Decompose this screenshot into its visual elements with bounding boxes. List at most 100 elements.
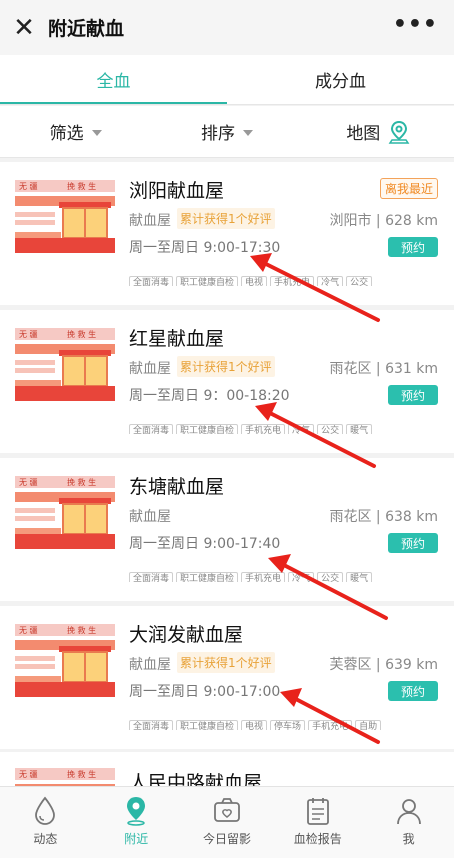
thumb-text-left: 无 疆 xyxy=(19,626,38,635)
nav-label: 血检报告 xyxy=(293,832,342,846)
facility-tag: 暖气 xyxy=(346,424,373,434)
close-icon[interactable]: ✕ xyxy=(0,0,48,55)
review-badge: 累计获得1个好评 xyxy=(177,652,275,673)
filter-bar: 筛选 排序 地图 xyxy=(0,106,454,158)
nav-label: 今日留影 xyxy=(202,832,251,846)
thumb-text-right: 挽 救 生 xyxy=(67,769,96,779)
facility-tag: 手机充电 xyxy=(308,720,353,730)
facility-tags: 全面消毒 职工健康自检 手机充电 冷气 公交 暖气 xyxy=(129,566,424,582)
review-badge: 累计获得1个好评 xyxy=(177,208,275,229)
more-options-icon[interactable]: ••• xyxy=(393,12,438,37)
filter-dropdown[interactable]: 筛选 xyxy=(0,106,151,157)
facility-tag: 冷气 xyxy=(317,276,344,286)
facility-tag: 停车场 xyxy=(270,720,306,730)
facility-tag: 公交 xyxy=(317,424,344,434)
station-type: 献血屋 xyxy=(129,509,171,525)
facility-tag: 全面消毒 xyxy=(129,424,174,434)
chevron-down-icon xyxy=(91,130,102,136)
thumb-text-right: 挽 救 生 xyxy=(67,625,96,635)
facility-tag: 公交 xyxy=(317,572,344,582)
station-card[interactable]: 无 疆 挽 救 生 浏阳献血屋 离我最近 献血屋 累计获得1个好评 浏阳市 | … xyxy=(0,162,454,305)
nav-item-report[interactable]: 血检报告 xyxy=(272,787,363,858)
station-name: 东塘献血屋 xyxy=(129,476,225,498)
nav-item-me[interactable]: 我 xyxy=(363,787,454,858)
station-card[interactable]: 无 疆 挽 救 生 东塘献血屋 献血屋 雨花区 | 638 km 周一至周日 9… xyxy=(0,458,454,601)
station-name: 红星献血屋 xyxy=(129,328,225,350)
blood-type-tabs: 全血 成分血 xyxy=(0,55,454,105)
book-button[interactable]: 预约 xyxy=(388,533,438,553)
user-icon xyxy=(396,799,421,825)
station-thumbnail: 无 疆 挽 救 生 xyxy=(15,178,115,253)
chevron-down-icon xyxy=(242,130,253,136)
facility-tag: 手机充电 xyxy=(241,424,286,434)
tab-component-blood[interactable]: 成分血 xyxy=(227,55,454,104)
facility-tag: 冷气 xyxy=(288,424,315,434)
page-title: 附近献血 xyxy=(48,18,125,40)
facility-tag: 全面消毒 xyxy=(129,720,174,730)
facility-tag: 电视 xyxy=(241,720,268,730)
nav-item-feed[interactable]: 动态 xyxy=(0,787,91,858)
nav-item-photo[interactable]: 今日留影 xyxy=(182,787,273,858)
station-thumbnail: 无 疆 挽 救 生 xyxy=(15,326,115,401)
station-name: 浏阳献血屋 xyxy=(129,180,225,202)
bottom-nav: 动态 附近 今日留影 血检报告 我 xyxy=(0,786,454,858)
facility-tags: 全面消毒 职工健康自检 电视 停车场 手机充电 自助 xyxy=(129,714,424,730)
facility-tag: 手机充电 xyxy=(270,276,315,286)
camera-heart-icon xyxy=(214,798,240,822)
nav-label: 附近 xyxy=(124,832,149,846)
nearest-badge: 离我最近 xyxy=(379,178,438,199)
station-hours: 周一至周日 9:00-17:30 xyxy=(129,240,281,256)
facility-tag: 冷气 xyxy=(288,572,315,582)
thumb-text-left: 无 疆 xyxy=(19,770,38,779)
facility-tag: 全面消毒 xyxy=(129,572,174,582)
station-hours: 周一至周日 9：00-18:20 xyxy=(129,388,290,404)
blood-drop-icon xyxy=(35,796,56,825)
thumb-text-right: 挽 救 生 xyxy=(67,329,96,339)
sort-label: 排序 xyxy=(200,124,235,144)
map-button[interactable]: 地图 xyxy=(303,106,454,157)
facility-tag: 公交 xyxy=(346,276,373,286)
station-type: 献血屋 xyxy=(129,213,171,229)
station-card[interactable]: 无 疆 挽 救 生 大润发献血屋 献血屋 累计获得1个好评 芙蓉区 | 639 … xyxy=(0,606,454,749)
facility-tag: 暖气 xyxy=(346,572,373,582)
facility-tag: 全面消毒 xyxy=(129,276,174,286)
station-hours: 周一至周日 9:00-17:00 xyxy=(129,684,281,700)
book-button[interactable]: 预约 xyxy=(388,385,438,405)
thumb-text-right: 挽 救 生 xyxy=(67,477,96,487)
facility-tag: 自助 xyxy=(355,720,382,730)
station-card[interactable]: 无 疆 挽 救 生 红星献血屋 献血屋 累计获得1个好评 雨花区 | 631 k… xyxy=(0,310,454,453)
calendar-report-icon xyxy=(306,798,329,825)
station-thumbnail: 无 疆 挽 救 生 xyxy=(15,474,115,549)
nav-item-nearby[interactable]: 附近 xyxy=(91,787,182,858)
nav-label: 动态 xyxy=(33,832,58,846)
facility-tag: 职工健康自检 xyxy=(176,572,239,582)
facility-tag: 职工健康自检 xyxy=(176,720,239,730)
tab-whole-blood[interactable]: 全血 xyxy=(0,55,227,104)
station-type: 献血屋 xyxy=(129,657,171,673)
station-type: 献血屋 xyxy=(129,361,171,377)
station-location: 芙蓉区 | 639 km xyxy=(329,657,438,673)
thumb-text-left: 无 疆 xyxy=(19,330,38,339)
sort-dropdown[interactable]: 排序 xyxy=(151,106,302,157)
facility-tag: 职工健康自检 xyxy=(176,276,239,286)
station-name: 大润发献血屋 xyxy=(129,624,244,646)
book-button[interactable]: 预约 xyxy=(388,681,438,701)
station-location: 浏阳市 | 628 km xyxy=(329,213,438,229)
map-label: 地图 xyxy=(346,124,381,144)
station-location: 雨花区 | 631 km xyxy=(329,361,438,377)
nav-label: 我 xyxy=(402,832,415,846)
location-pin-icon xyxy=(388,120,410,144)
review-badge: 累计获得1个好评 xyxy=(177,356,275,377)
facility-tag: 电视 xyxy=(241,276,268,286)
facility-tags: 全面消毒 职工健康自检 电视 手机充电 冷气 公交 xyxy=(129,270,424,286)
station-hours: 周一至周日 9:00-17:40 xyxy=(129,536,281,552)
filter-label: 筛选 xyxy=(49,124,84,144)
thumb-text-right: 挽 救 生 xyxy=(67,181,96,191)
facility-tag: 职工健康自检 xyxy=(176,424,239,434)
thumb-text-left: 无 疆 xyxy=(19,478,38,487)
thumb-text-left: 无 疆 xyxy=(19,182,38,191)
location-pin-icon xyxy=(127,797,146,826)
book-button[interactable]: 预约 xyxy=(388,237,438,257)
station-location: 雨花区 | 638 km xyxy=(329,509,438,525)
station-thumbnail: 无 疆 挽 救 生 xyxy=(15,622,115,697)
